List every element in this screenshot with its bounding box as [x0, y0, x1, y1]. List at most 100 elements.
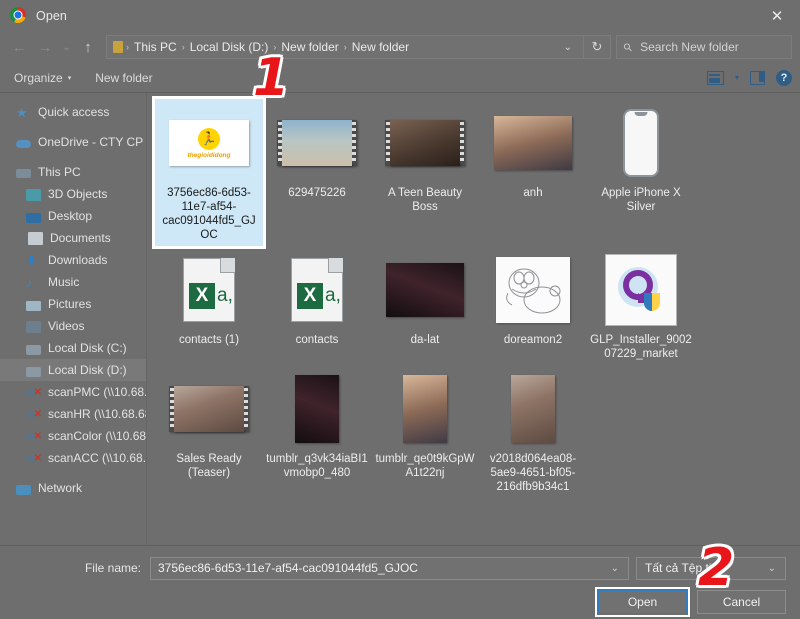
excel-file-icon: Xa,	[266, 252, 368, 328]
file-grid-item[interactable]: da-lat	[371, 246, 479, 365]
network-drive-offline-icon	[26, 409, 42, 421]
dialog-footer: File name: 3756ec86-6d53-11e7-af54-cac09…	[0, 545, 800, 619]
dialog-buttons: Open Cancel	[0, 587, 786, 617]
thumbnail-image	[496, 257, 570, 323]
sidebar-item-label: Quick access	[38, 105, 110, 119]
file-grid-item[interactable]: tumblr_q3vk34iaBI1vmobp0_480	[263, 365, 371, 498]
phone-outline-icon	[623, 109, 659, 177]
file-grid-item[interactable]: 🏃 thegioididong 3756ec86-6d53-11e7-af54-ca…	[152, 96, 266, 249]
sidebar-item-network[interactable]: Network	[0, 477, 146, 499]
dialog-body: ★ Quick access OneDrive - CTY CP DI This PC…	[0, 93, 800, 545]
file-grid-item[interactable]: A Teen Beauty Boss	[371, 99, 479, 246]
view-options-icon[interactable]	[706, 70, 724, 85]
file-grid-item[interactable]: anh	[479, 99, 587, 246]
open-button[interactable]: Open	[595, 587, 690, 617]
sidebar-item-label: Music	[48, 275, 80, 289]
chevron-down-icon: ▾	[67, 74, 72, 82]
photo-thumbnail	[266, 371, 368, 447]
file-item-label: da-lat	[410, 334, 440, 346]
file-list-grid[interactable]: 🏃 thegioididong 3756ec86-6d53-11e7-af54-ca…	[147, 93, 800, 545]
breadcrumb-item-new-folder-2[interactable]: New folder	[348, 40, 413, 54]
sidebar-item-scanpmc-10-68-68[interactable]: scanPMC (\\10.68.68	[0, 381, 146, 403]
sidebar-item-documents[interactable]: Documents	[0, 227, 146, 249]
sidebar-item-quick-access[interactable]: ★ Quick access	[0, 101, 146, 123]
video-film-thumbnail	[266, 105, 368, 181]
file-item-label: contacts (1)	[178, 334, 240, 346]
chrome-icon	[10, 7, 27, 24]
chevron-down-icon[interactable]: ⌄	[763, 563, 781, 574]
file-grid-item[interactable]: tumblr_qe0t9kGpWA1t22nj	[371, 365, 479, 498]
thumbnail-image	[295, 375, 339, 443]
thumbnail-image	[174, 386, 244, 432]
chevron-down-icon[interactable]: ▾	[735, 73, 739, 82]
glp-logo	[618, 267, 660, 311]
sidebar-item-videos[interactable]: Videos	[0, 315, 146, 337]
file-grid-item[interactable]: Xa, contacts	[263, 246, 371, 365]
excel-file-icon: Xa,	[291, 258, 343, 322]
file-item-label: 629475226	[288, 187, 346, 199]
sidebar-item-local-disk-d[interactable]: Local Disk (D:)	[0, 359, 146, 381]
refresh-icon[interactable]: ↻	[584, 35, 611, 59]
sidebar-item-onedrive-cty-cp-di[interactable]: OneDrive - CTY CP DI	[0, 131, 146, 153]
lineart-thumbnail	[482, 252, 584, 328]
file-grid-item[interactable]: v2018d064ea08-5ae9-4651-bf05-216dfb9b34c…	[479, 365, 587, 498]
annotation-marker-1: 1	[253, 48, 290, 108]
breadcrumb[interactable]: › This PC › Local Disk (D:) › New folder…	[106, 35, 584, 59]
sidebar-item-desktop[interactable]: Desktop	[0, 205, 146, 227]
title-bar: Open ✕	[0, 0, 800, 31]
network-drive-offline-icon	[26, 453, 42, 465]
cloud-icon	[16, 140, 31, 148]
chevron-down-icon[interactable]: ⌄	[555, 42, 581, 53]
sidebar-item-3d-objects[interactable]: 3D Objects	[0, 183, 146, 205]
sidebar-item-pictures[interactable]: Pictures	[0, 293, 146, 315]
new-folder-button[interactable]: New folder	[95, 71, 152, 85]
file-grid-item[interactable]: GLP_Installer_900207229_market	[587, 246, 695, 365]
nav-group-spacer	[0, 469, 146, 477]
file-name-input[interactable]: 3756ec86-6d53-11e7-af54-cac091044fd5_GJO…	[150, 556, 629, 580]
preview-pane-icon[interactable]	[750, 70, 765, 85]
file-grid-item[interactable]: doreamon2	[479, 246, 587, 365]
search-input[interactable]: ⚲ Search New folder	[616, 35, 792, 59]
sidebar-item-this-pc[interactable]: This PC	[0, 161, 146, 183]
file-item-label: Apple iPhone X Silver	[601, 187, 681, 213]
file-grid-item[interactable]: Sales Ready (Teaser)	[155, 365, 263, 498]
sidebar-item-local-disk-c[interactable]: Local Disk (C:)	[0, 337, 146, 359]
sidebar-item-downloads[interactable]: ⬇ Downloads	[0, 249, 146, 271]
recent-locations-icon[interactable]: ⌄	[58, 35, 75, 59]
videos-icon	[26, 321, 41, 333]
back-icon[interactable]: ←	[6, 35, 32, 59]
sidebar-item-scanhr-10-68-68[interactable]: scanHR (\\10.68.68.	[0, 403, 146, 425]
file-item-label: contacts	[295, 334, 339, 346]
nav-group-spacer	[0, 123, 146, 131]
thumbnail-image	[282, 120, 352, 166]
forward-icon[interactable]: →	[32, 35, 58, 59]
chevron-down-icon[interactable]: ⌄	[606, 563, 624, 574]
up-icon[interactable]: ↑	[75, 35, 101, 59]
sidebar-item-label: Videos	[48, 319, 85, 333]
sidebar-item-music[interactable]: ♪ Music	[0, 271, 146, 293]
breadcrumb-item-this-pc[interactable]: This PC	[130, 40, 181, 54]
organize-button[interactable]: Organize ▾	[14, 71, 71, 85]
file-grid-item[interactable]: Xa, contacts (1)	[155, 246, 263, 365]
file-grid-item[interactable]: 629475226	[263, 99, 371, 246]
sidebar-item-scanacc-10-68-68[interactable]: scanACC (\\10.68.68	[0, 447, 146, 469]
thumbnail-video	[169, 386, 249, 432]
file-item-label: v2018d064ea08-5ae9-4651-bf05-216dfb9b34c…	[489, 453, 577, 493]
search-icon: ⚲	[621, 40, 636, 55]
file-item-label: tumblr_q3vk34iaBI1vmobp0_480	[266, 453, 368, 479]
tgdd-logo-thumbnail: 🏃 thegioididong	[158, 105, 260, 181]
sidebar-item-scancolor-10-68-6[interactable]: scanColor (\\10.68.6	[0, 425, 146, 447]
organize-label: Organize	[14, 70, 63, 85]
3d-objects-icon	[26, 189, 41, 201]
pc-icon	[16, 169, 31, 178]
disk-icon	[26, 366, 41, 377]
file-name-label: File name:	[84, 561, 141, 575]
sidebar-item-label: Local Disk (C:)	[48, 341, 127, 355]
help-icon[interactable]: ?	[776, 69, 792, 86]
pictures-icon	[26, 300, 41, 311]
file-grid-item[interactable]: Apple iPhone X Silver	[587, 99, 695, 246]
navigation-pane: ★ Quick access OneDrive - CTY CP DI This PC…	[0, 93, 147, 545]
app-installer-icon	[590, 252, 692, 328]
close-icon[interactable]: ✕	[754, 0, 800, 31]
file-name-row: File name: 3756ec86-6d53-11e7-af54-cac09…	[0, 556, 786, 580]
